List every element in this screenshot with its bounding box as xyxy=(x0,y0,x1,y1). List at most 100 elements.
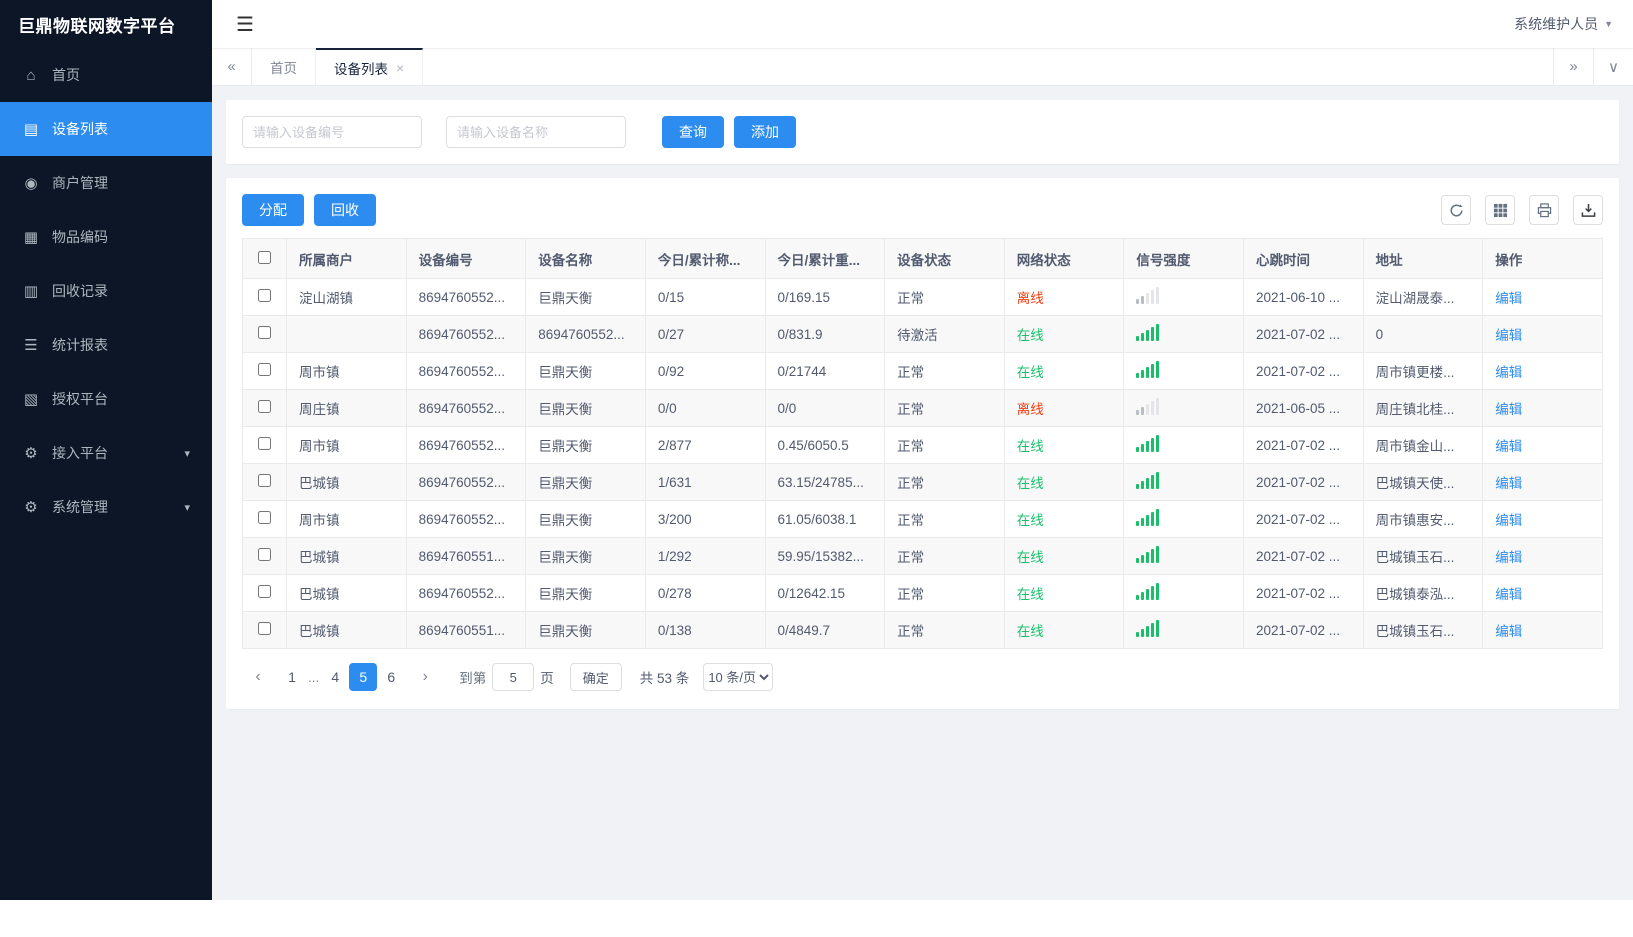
tab-home[interactable]: 首页 xyxy=(252,48,316,85)
assign-button[interactable]: 分配 xyxy=(242,194,304,226)
row-checkbox[interactable] xyxy=(258,511,271,524)
columns-grid-icon[interactable] xyxy=(1485,195,1515,225)
query-button[interactable]: 查询 xyxy=(662,116,724,148)
tab-device-list[interactable]: 设备列表 × xyxy=(316,48,424,85)
sidebar-item-recycle-record[interactable]: ▥ 回收记录 xyxy=(0,264,212,318)
home-icon: ⌂ xyxy=(26,66,36,84)
device-status-cell: 正常 xyxy=(884,426,1005,464)
row-checkbox[interactable] xyxy=(258,326,271,339)
edit-link[interactable]: 编辑 xyxy=(1495,624,1522,639)
today-count-cell: 1/631 xyxy=(644,463,766,501)
operation-cell: 编辑 xyxy=(1482,426,1603,464)
row-checkbox[interactable] xyxy=(258,622,271,635)
device-no-cell: 8694760551... xyxy=(405,611,527,649)
sidebar-item-label: 物品编码 xyxy=(52,229,108,245)
edit-link[interactable]: 编辑 xyxy=(1495,513,1522,528)
edit-link[interactable]: 编辑 xyxy=(1495,328,1522,343)
topbar: ☰ 系统维护人员 ▼ xyxy=(212,0,1633,48)
app-window: 巨鼎物联网数字平台 ⌂ 首页 ▤ 设备列表 ◉ 商户管理 ▦ 物品编码 ▥ 回收记录 ☰ 统计报表 ▧ 授… xyxy=(0,0,1633,900)
prev-page-icon[interactable]: ‹ xyxy=(244,663,272,691)
jump-page-input[interactable] xyxy=(492,663,535,691)
add-button[interactable]: 添加 xyxy=(734,116,796,148)
device-name-cell: 巨鼎天衡 xyxy=(525,500,646,538)
sidebar-item-merchant-management[interactable]: ◉ 商户管理 xyxy=(0,156,212,210)
device-status-cell: 正常 xyxy=(884,500,1005,538)
sidebar-item-authorization-platform[interactable]: ▧ 授权平台 xyxy=(0,372,212,426)
device-no-cell: 8694760552... xyxy=(405,463,527,501)
device-name-cell: 巨鼎天衡 xyxy=(525,463,646,501)
row-checkbox[interactable] xyxy=(258,289,271,302)
edit-link[interactable]: 编辑 xyxy=(1495,476,1522,491)
confirm-button[interactable]: 确定 xyxy=(569,663,622,691)
row-checkbox[interactable] xyxy=(258,474,271,487)
export-download-icon[interactable] xyxy=(1573,195,1603,225)
operation-cell: 编辑 xyxy=(1482,463,1603,501)
row-checkbox[interactable] xyxy=(258,548,271,561)
sidebar-item-statistics-report[interactable]: ☰ 统计报表 xyxy=(0,318,212,372)
app-title: 巨鼎物联网数字平台 xyxy=(18,16,176,36)
merchant-cell: 巴城镇 xyxy=(286,537,407,575)
merchant-cell: 周市镇 xyxy=(286,500,407,538)
operation-cell: 编辑 xyxy=(1482,278,1603,316)
heartbeat-cell: 2021-07-02 ... xyxy=(1243,463,1364,501)
collapse-sidebar-icon[interactable]: ☰ xyxy=(236,12,254,37)
today-count-cell: 2/877 xyxy=(644,426,766,464)
page-button-1[interactable]: 1 xyxy=(278,663,306,691)
sidebar-item-item-code[interactable]: ▦ 物品编码 xyxy=(0,210,212,264)
sidebar-item-label: 商户管理 xyxy=(52,175,108,191)
page-ellipsis: ... xyxy=(308,670,320,685)
device-status-cell: 待激活 xyxy=(884,315,1005,353)
select-all-checkbox[interactable] xyxy=(258,250,271,264)
tabs-scroll-left-icon[interactable]: « xyxy=(212,48,252,85)
row-checkbox[interactable] xyxy=(258,363,271,376)
row-checkbox[interactable] xyxy=(258,400,271,413)
edit-link[interactable]: 编辑 xyxy=(1495,439,1522,454)
heartbeat-cell: 2021-07-02 ... xyxy=(1243,611,1364,649)
sidebar-item-device-list[interactable]: ▤ 设备列表 xyxy=(0,102,212,156)
refresh-icon[interactable] xyxy=(1441,195,1471,225)
heartbeat-cell: 2021-06-05 ... xyxy=(1243,389,1364,427)
select-all-checkbox-cell xyxy=(242,238,287,279)
page-button-6[interactable]: 6 xyxy=(377,663,406,691)
page-button-4[interactable]: 4 xyxy=(321,663,350,691)
device-no-input[interactable] xyxy=(242,116,422,148)
recycle-button[interactable]: 回收 xyxy=(314,194,376,226)
operation-cell: 编辑 xyxy=(1482,315,1603,353)
print-icon[interactable] xyxy=(1529,195,1559,225)
edit-link[interactable]: 编辑 xyxy=(1495,587,1522,602)
tab-label: 首页 xyxy=(270,60,297,76)
row-checkbox-cell xyxy=(242,611,287,649)
next-page-icon[interactable]: › xyxy=(411,663,440,691)
today-count-cell: 0/15 xyxy=(644,278,766,316)
row-checkbox[interactable] xyxy=(258,585,271,598)
today-weight-cell: 63.15/24785... xyxy=(764,463,886,501)
page-button-5[interactable]: 5 xyxy=(349,663,378,691)
device-no-cell: 8694760552... xyxy=(405,500,527,538)
network-status-cell: 在线 xyxy=(1003,315,1125,353)
tabs-scroll-right-icon[interactable]: » xyxy=(1553,48,1593,85)
table-row: 巴城镇 8694760552... 巨鼎天衡 0/278 0/12642.15 正常 在线 2… xyxy=(242,574,1603,612)
user-menu[interactable]: 系统维护人员 ▼ xyxy=(1514,14,1613,34)
sidebar-item-system-management[interactable]: ⚙ 系统管理 ▾ xyxy=(0,480,212,534)
today-weight-cell: 0/0 xyxy=(764,389,886,427)
tabs-menu-icon[interactable]: ∨ xyxy=(1593,48,1633,85)
edit-link[interactable]: 编辑 xyxy=(1495,365,1522,380)
tabbar: « 首页 设备列表 × » ∨ xyxy=(212,48,1633,86)
sidebar-item-access-platform[interactable]: ⚙ 接入平台 ▾ xyxy=(0,426,212,480)
table-row: 周市镇 8694760552... 巨鼎天衡 2/877 0.45/6050.5 正常 在线… xyxy=(242,426,1603,464)
row-checkbox-cell xyxy=(242,389,287,427)
device-name-input[interactable] xyxy=(446,116,626,148)
device-status-cell: 正常 xyxy=(884,389,1005,427)
tabs: 首页 设备列表 × xyxy=(252,48,1553,85)
sidebar-item-home[interactable]: ⌂ 首页 xyxy=(0,48,212,102)
edit-link[interactable]: 编辑 xyxy=(1495,402,1522,417)
main-area: ☰ 系统维护人员 ▼ « 首页 设备列表 × » ∨ 查询 添加 分配 xyxy=(212,0,1633,900)
row-checkbox-cell xyxy=(242,426,287,464)
edit-link[interactable]: 编辑 xyxy=(1495,291,1522,306)
network-status: 在线 xyxy=(1016,587,1044,602)
close-icon[interactable]: × xyxy=(396,60,404,76)
column-header: 今日/累计重... xyxy=(764,238,886,279)
page-size-select[interactable]: 10 条/页 xyxy=(703,663,774,691)
edit-link[interactable]: 编辑 xyxy=(1495,550,1522,565)
row-checkbox[interactable] xyxy=(258,437,271,450)
